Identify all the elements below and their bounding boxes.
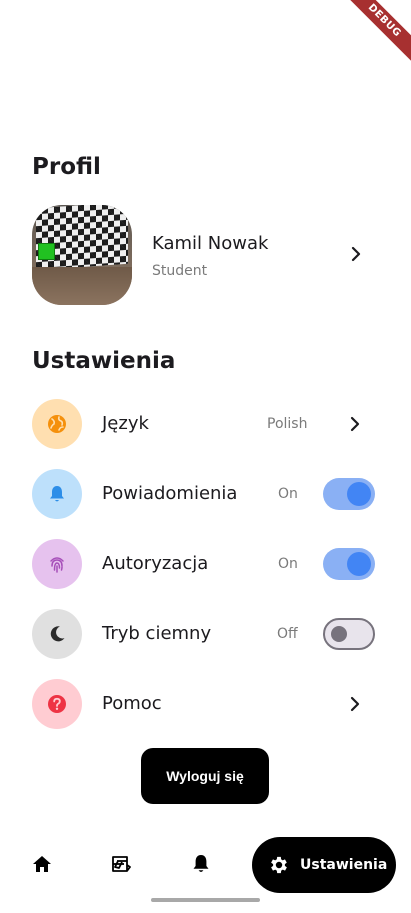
help-icon: [32, 679, 82, 729]
setting-row-authorization[interactable]: Autoryzacja On: [32, 539, 377, 589]
setting-label-help: Pomoc: [102, 693, 162, 714]
bell-icon[interactable]: [190, 853, 212, 875]
profile-card[interactable]: Kamil Nowak Student: [32, 205, 372, 305]
setting-label-notifications: Powiadomienia: [102, 483, 238, 504]
setting-label-dark-mode: Tryb ciemny: [102, 623, 212, 644]
bottom-navigation: Ustawienia: [0, 830, 411, 900]
setting-label-language: Język: [102, 413, 149, 434]
chevron-right-icon: [351, 246, 361, 262]
home-indicator: [151, 898, 260, 902]
setting-row-help[interactable]: Pomoc: [32, 679, 377, 729]
setting-row-notifications[interactable]: Powiadomienia On: [32, 469, 377, 519]
notifications-toggle[interactable]: [323, 478, 375, 510]
logout-button[interactable]: Wyloguj się: [141, 748, 269, 804]
bell-icon: [32, 469, 82, 519]
fingerprint-icon: [32, 539, 82, 589]
profile-name: Kamil Nowak: [152, 233, 269, 254]
setting-row-dark-mode[interactable]: Tryb ciemny Off: [32, 609, 377, 659]
gear-icon: [271, 856, 287, 874]
dark-mode-toggle[interactable]: [323, 618, 375, 650]
shelf-icon[interactable]: [110, 853, 132, 875]
avatar: [32, 205, 132, 305]
setting-row-language[interactable]: Język Polish: [32, 399, 377, 449]
nav-item-settings-active[interactable]: Ustawienia: [252, 837, 396, 893]
setting-value-dark-mode: Off: [277, 626, 298, 642]
nav-item-settings-label: Ustawienia: [300, 857, 388, 873]
settings-section-title: Ustawienia: [32, 348, 176, 374]
home-icon[interactable]: [31, 853, 53, 875]
chevron-right-icon: [350, 696, 360, 712]
globe-icon: [32, 399, 82, 449]
setting-value-notifications: On: [278, 486, 298, 502]
moon-icon: [32, 609, 82, 659]
setting-value-authorization: On: [278, 556, 298, 572]
authorization-toggle[interactable]: [323, 548, 375, 580]
debug-banner: DEBUG: [338, 0, 411, 67]
setting-value-language: Polish: [267, 416, 308, 432]
setting-label-authorization: Autoryzacja: [102, 553, 209, 574]
profile-role: Student: [152, 263, 208, 279]
profile-section-title: Profil: [32, 154, 101, 180]
chevron-right-icon: [350, 416, 360, 432]
